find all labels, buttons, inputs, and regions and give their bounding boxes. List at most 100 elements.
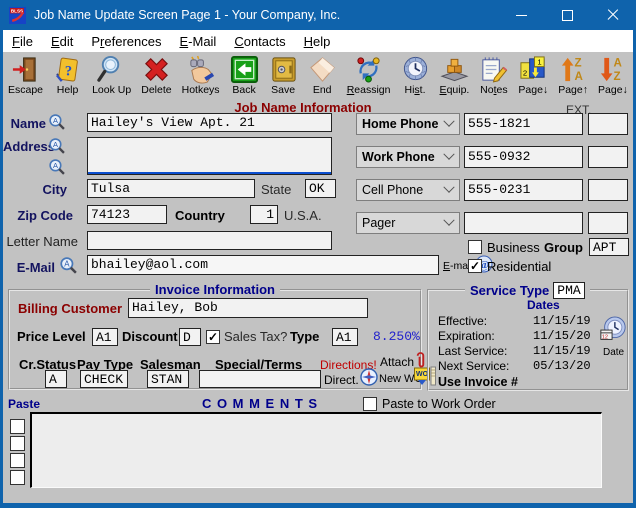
minimize-button[interactable]: [498, 0, 544, 30]
toolbar-lookup-button[interactable]: Look Up: [92, 54, 131, 96]
toolbar-history-button[interactable]: Hist.: [401, 54, 430, 96]
door-exit-icon: [11, 54, 40, 84]
app-logo-icon: BLSS: [9, 6, 26, 24]
letter-name-label: Letter Name: [6, 234, 78, 249]
toolbar-back-button[interactable]: Back: [230, 54, 259, 96]
country-name-label: U.S.A.: [284, 208, 322, 223]
direct-compass-icon[interactable]: [360, 368, 378, 391]
toolbar-reassign-button[interactable]: Reassign: [347, 54, 390, 96]
effective-label: Effective:: [438, 314, 488, 328]
address-field[interactable]: 12398 South Main St.: [87, 137, 332, 175]
special-terms-field[interactable]: [199, 370, 321, 388]
email-lookup-icon[interactable]: A: [59, 257, 77, 280]
menu-email[interactable]: E-Mail: [170, 34, 225, 49]
phone-type-dropdown-3[interactable]: Cell Phone: [356, 179, 460, 201]
business-label: Business: [487, 240, 540, 255]
paste-checkbox-3[interactable]: [10, 453, 25, 468]
phone-number-field-4[interactable]: [464, 212, 583, 234]
svg-text:A: A: [64, 260, 70, 269]
residential-checkbox[interactable]: ✓: [468, 259, 482, 273]
phone-type-dropdown-1[interactable]: Home Phone: [356, 113, 460, 135]
address-lookup-icon-2[interactable]: A: [48, 159, 65, 181]
toolbar-page-down-sort-button[interactable]: AZ Page↓: [598, 54, 628, 96]
name-lookup-icon[interactable]: A: [48, 114, 65, 136]
reassign-cycle-icon: [354, 54, 383, 84]
menu-preferences[interactable]: Preferences: [82, 34, 170, 49]
page-down-icon: 21: [519, 54, 548, 84]
client-area: File Edit Preferences E-Mail Contacts He…: [3, 30, 633, 503]
phone-number-field-1[interactable]: 555-1821: [464, 113, 583, 135]
city-field[interactable]: Tulsa: [87, 179, 255, 198]
menu-contacts[interactable]: Contacts: [225, 34, 294, 49]
toolbar-end-button[interactable]: End: [308, 54, 337, 96]
toolbar-delete-button[interactable]: Delete: [141, 54, 172, 96]
pay-type-field[interactable]: CHECK: [80, 370, 128, 388]
billing-customer-field[interactable]: Hailey, Bob: [128, 298, 368, 318]
phone-ext-field-4[interactable]: [588, 212, 628, 234]
phone-ext-field-1[interactable]: [588, 113, 628, 135]
menu-edit[interactable]: Edit: [42, 34, 82, 49]
phone-ext-field-2[interactable]: [588, 146, 628, 168]
save-safe-icon: [269, 54, 298, 84]
svg-text:A: A: [574, 70, 583, 83]
expiration-label: Expiration:: [438, 329, 495, 343]
paste-to-work-order-label: Paste to Work Order: [382, 397, 496, 411]
date-picker-icon[interactable]: 12: [599, 316, 627, 351]
title-bar: BLSS Job Name Update Screen Page 1 - You…: [0, 0, 636, 30]
phone-type-dropdown-2[interactable]: Work Phone: [356, 146, 460, 168]
menu-bar: File Edit Preferences E-Mail Contacts He…: [3, 30, 633, 52]
svg-text:A: A: [614, 56, 623, 69]
close-button[interactable]: [590, 0, 636, 30]
toolbar-escape-button[interactable]: Escape: [8, 54, 43, 96]
svg-text:1: 1: [537, 57, 541, 66]
maximize-button[interactable]: [544, 0, 590, 30]
next-service-label: Next Service:: [438, 359, 510, 373]
phone-number-field-2[interactable]: 555-0932: [464, 146, 583, 168]
address-line1-selected[interactable]: 12398 South Main St.: [88, 172, 331, 174]
price-level-field[interactable]: A1: [92, 328, 118, 346]
name-field[interactable]: Hailey's View Apt. 21: [87, 113, 332, 132]
magnifier-icon: [97, 54, 126, 84]
paste-checkbox-4[interactable]: [10, 470, 25, 485]
zip-code-field[interactable]: 74123: [87, 205, 167, 224]
letter-name-field[interactable]: [87, 231, 332, 250]
phone-number-field-3[interactable]: 555-0231: [464, 179, 583, 201]
address-lookup-icon-1[interactable]: A: [48, 138, 65, 160]
comments-textarea[interactable]: [30, 412, 602, 488]
paste-checkbox-1[interactable]: [10, 419, 25, 434]
toolbar-page-up-sort-button[interactable]: ZA Page↑: [558, 54, 588, 96]
group-field[interactable]: APT: [589, 238, 629, 256]
salesman-field[interactable]: STAN: [147, 370, 189, 388]
type-field[interactable]: A1: [332, 328, 358, 346]
state-field[interactable]: OK: [305, 179, 336, 198]
phone-type-dropdown-4[interactable]: Pager: [356, 212, 460, 234]
name-label: Name: [10, 116, 46, 131]
country-field[interactable]: 1: [250, 205, 278, 224]
page-down-sort-icon: AZ: [598, 54, 627, 84]
menu-file[interactable]: File: [3, 34, 42, 49]
comments-title: C O M M E N T S: [201, 396, 319, 411]
cr-status-field[interactable]: A: [45, 370, 67, 388]
email-field[interactable]: bhailey@aol.com: [87, 255, 439, 275]
toolbar-save-button[interactable]: Save: [269, 54, 298, 96]
toolbar-help-button[interactable]: ? Help: [53, 54, 82, 96]
svg-text:Z: Z: [614, 70, 621, 83]
paste-to-work-order-checkbox[interactable]: [363, 397, 377, 411]
sales-tax-checkbox[interactable]: ✓: [206, 330, 220, 344]
paste-checkbox-2[interactable]: [10, 436, 25, 451]
phone-ext-field-3[interactable]: [588, 179, 628, 201]
attach-label: Attach: [380, 355, 415, 369]
help-book-icon: ?: [53, 54, 82, 84]
svg-text:A: A: [53, 161, 58, 170]
toolbar-hotkeys-button[interactable]: Hotkeys: [182, 54, 220, 96]
toolbar-page-down-button[interactable]: 21 Page↓: [518, 54, 548, 96]
toolbar-equipment-button[interactable]: Equip.: [440, 54, 469, 96]
maximize-icon: [561, 9, 573, 21]
city-label: City: [42, 182, 67, 197]
menu-help[interactable]: Help: [295, 34, 340, 49]
business-checkbox[interactable]: [468, 240, 482, 254]
invoice-group-box: Invoice Information Billing Customer Hai…: [8, 282, 436, 391]
service-type-field[interactable]: PMA: [553, 282, 585, 299]
discount-field[interactable]: D: [179, 328, 201, 346]
toolbar-notes-button[interactable]: Notes: [479, 54, 508, 96]
